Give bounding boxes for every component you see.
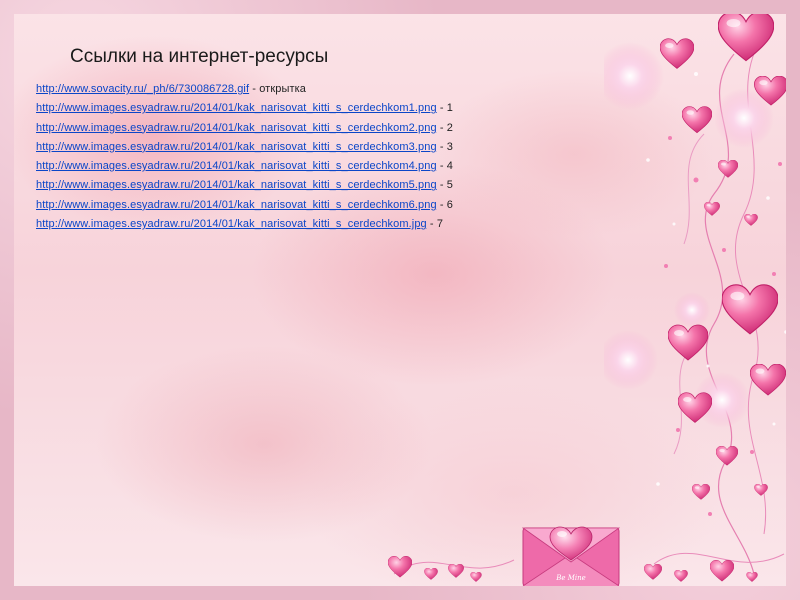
separator: - (436, 160, 447, 173)
link-description: 3 (446, 140, 453, 153)
link-description: 6 (446, 198, 453, 211)
link-list: http://www.sovacity.ru/_ph/6/730086728.g… (36, 80, 453, 234)
list-item: http://www.images.esyadraw.ru/2014/01/ka… (36, 196, 453, 215)
separator: - (436, 102, 447, 115)
hearts-decoration (604, 14, 786, 575)
slide-title: Ссылки на интернет-ресурсы (70, 46, 329, 67)
link-description: 2 (446, 121, 453, 134)
resource-link[interactable]: http://www.images.esyadraw.ru/2014/01/ka… (36, 179, 437, 191)
list-item: http://www.images.esyadraw.ru/2014/01/ka… (36, 138, 453, 157)
separator: - (436, 121, 447, 134)
link-description: открытка (259, 83, 306, 95)
resource-link[interactable]: http://www.images.esyadraw.ru/2014/01/ka… (36, 141, 437, 153)
link-description: 7 (436, 218, 444, 231)
list-item: http://www.sovacity.ru/_ph/6/730086728.g… (36, 80, 453, 99)
resource-link[interactable]: http://www.images.esyadraw.ru/2014/01/ka… (36, 218, 427, 230)
resource-link[interactable]: http://www.sovacity.ru/_ph/6/730086728.g… (36, 83, 249, 95)
envelope-text: Be Mine (555, 574, 586, 582)
link-description: 4 (446, 160, 453, 173)
link-description: 1 (446, 102, 453, 115)
slide-frame: Ссылки на интернет-ресурсы http://www.so… (0, 0, 800, 600)
link-description: 5 (446, 179, 453, 192)
slide: Ссылки на интернет-ресурсы http://www.so… (14, 14, 786, 586)
separator: - (249, 83, 260, 95)
list-item: http://www.images.esyadraw.ru/2014/01/ka… (36, 99, 453, 118)
separator: - (436, 198, 447, 211)
separator: - (426, 218, 437, 231)
resource-link[interactable]: http://www.images.esyadraw.ru/2014/01/ka… (36, 160, 437, 172)
resource-link[interactable]: http://www.images.esyadraw.ru/2014/01/ka… (36, 102, 437, 114)
list-item: http://www.images.esyadraw.ru/2014/01/ka… (36, 176, 453, 195)
list-item: http://www.images.esyadraw.ru/2014/01/ka… (36, 119, 453, 138)
resource-link[interactable]: http://www.images.esyadraw.ru/2014/01/ka… (36, 122, 437, 134)
resource-link[interactable]: http://www.images.esyadraw.ru/2014/01/ka… (36, 199, 437, 211)
list-item: http://www.images.esyadraw.ru/2014/01/ka… (36, 157, 453, 176)
envelope-icon: Be Mine (522, 526, 620, 586)
list-item: http://www.images.esyadraw.ru/2014/01/ka… (36, 215, 453, 234)
separator: - (436, 179, 447, 192)
separator: - (436, 140, 447, 153)
